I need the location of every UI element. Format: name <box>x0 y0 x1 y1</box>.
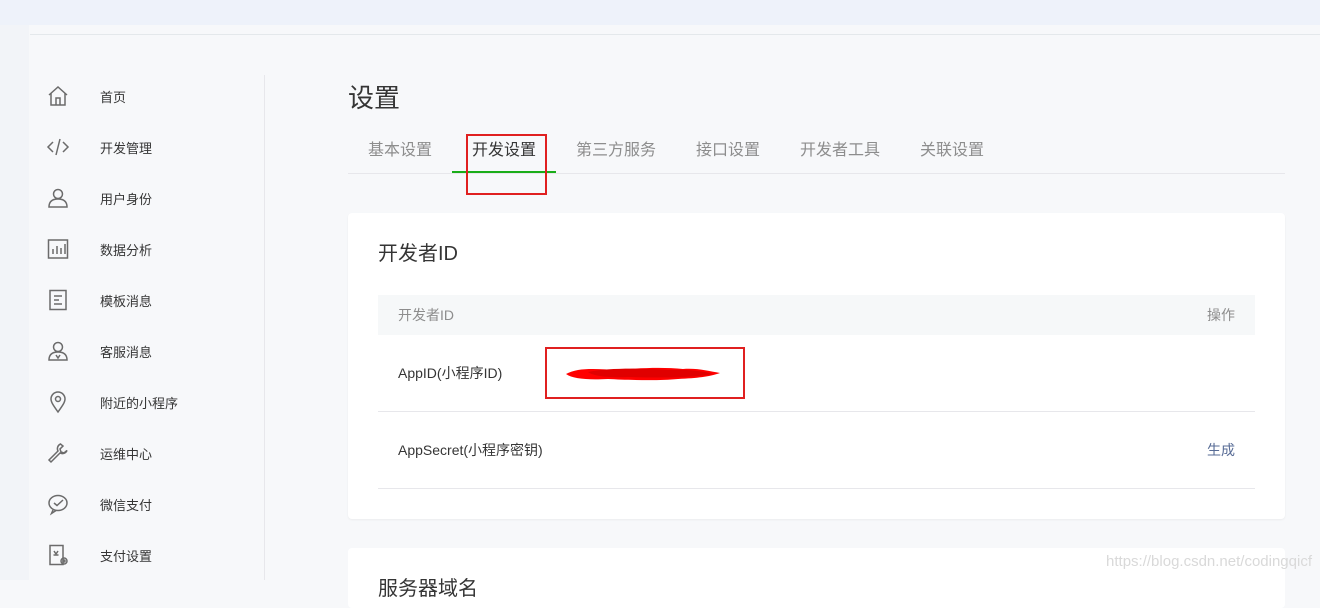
tab-basic-settings[interactable]: 基本设置 <box>368 130 432 172</box>
top-divider <box>30 34 1320 35</box>
bar-chart-icon <box>46 237 70 261</box>
sidebar-item-label: 微信支付 <box>100 497 153 513</box>
tab-developer-tools[interactable]: 开发者工具 <box>800 130 880 172</box>
sidebar-item-payment-settings[interactable]: 支付设置 <box>30 535 264 575</box>
payment-settings-icon <box>46 543 70 567</box>
page-title: 设置 <box>348 83 401 113</box>
annotation-box-appid <box>545 347 745 399</box>
table-row-appsecret: AppSecret(小程序密钥) 生成 <box>378 412 1255 489</box>
wechat-pay-icon <box>46 492 70 516</box>
sidebar-item-label: 数据分析 <box>100 242 153 258</box>
sidebar-item-dev-management[interactable]: 开发管理 <box>30 127 264 167</box>
sidebar-item-label: 首页 <box>100 89 127 105</box>
sidebar-item-home[interactable]: 首页 <box>30 76 264 116</box>
tab-interface-settings[interactable]: 接口设置 <box>696 130 760 172</box>
sidebar-item-operations-center[interactable]: 运维中心 <box>30 433 264 473</box>
tab-association-settings[interactable]: 关联设置 <box>920 130 984 172</box>
sidebar-item-label: 运维中心 <box>100 446 153 462</box>
sidebar-divider <box>264 75 265 580</box>
sidebar-item-label: 客服消息 <box>100 344 153 360</box>
appid-label: AppID(小程序ID) <box>398 365 503 381</box>
developer-id-card: 开发者ID 开发者ID 操作 AppID(小程序ID) AppSecret(小程… <box>348 213 1285 519</box>
tab-third-party-services[interactable]: 第三方服务 <box>576 130 656 172</box>
table-header: 开发者ID 操作 <box>378 295 1255 335</box>
card-title: 服务器域名 <box>378 578 478 600</box>
sidebar-item-label: 用户身份 <box>100 191 153 207</box>
annotation-box-tab <box>466 134 547 195</box>
wrench-icon <box>46 441 70 465</box>
sidebar-item-customer-messages[interactable]: 客服消息 <box>30 331 264 371</box>
header-operation: 操作 <box>1207 307 1235 323</box>
sidebar-item-label: 支付设置 <box>100 548 153 564</box>
sidebar-item-nearby-miniprogram[interactable]: 附近的小程序 <box>30 382 264 422</box>
code-icon <box>46 135 70 159</box>
user-icon <box>46 186 70 210</box>
top-bar <box>0 0 1320 25</box>
sidebar-item-template-messages[interactable]: 模板消息 <box>30 280 264 320</box>
customer-service-icon <box>46 339 70 363</box>
left-strip <box>0 25 29 580</box>
sidebar-item-label: 开发管理 <box>100 140 153 156</box>
document-icon <box>46 288 70 312</box>
appsecret-label: AppSecret(小程序密钥) <box>398 442 543 458</box>
card-title: 开发者ID <box>378 243 458 265</box>
generate-secret-link[interactable]: 生成 <box>1207 412 1235 488</box>
sidebar-item-data-analysis[interactable]: 数据分析 <box>30 229 264 269</box>
sidebar-item-user-identity[interactable]: 用户身份 <box>30 178 264 218</box>
home-icon <box>46 84 70 108</box>
header-developer-id: 开发者ID <box>398 307 454 323</box>
sidebar-item-wechat-pay[interactable]: 微信支付 <box>30 484 264 524</box>
location-pin-icon <box>46 390 70 414</box>
sidebar-item-label: 模板消息 <box>100 293 153 309</box>
sidebar-item-label: 附近的小程序 <box>100 395 179 411</box>
table-row-appid: AppID(小程序ID) <box>378 335 1255 412</box>
watermark: https://blog.csdn.net/codingqicf <box>1106 553 1312 570</box>
